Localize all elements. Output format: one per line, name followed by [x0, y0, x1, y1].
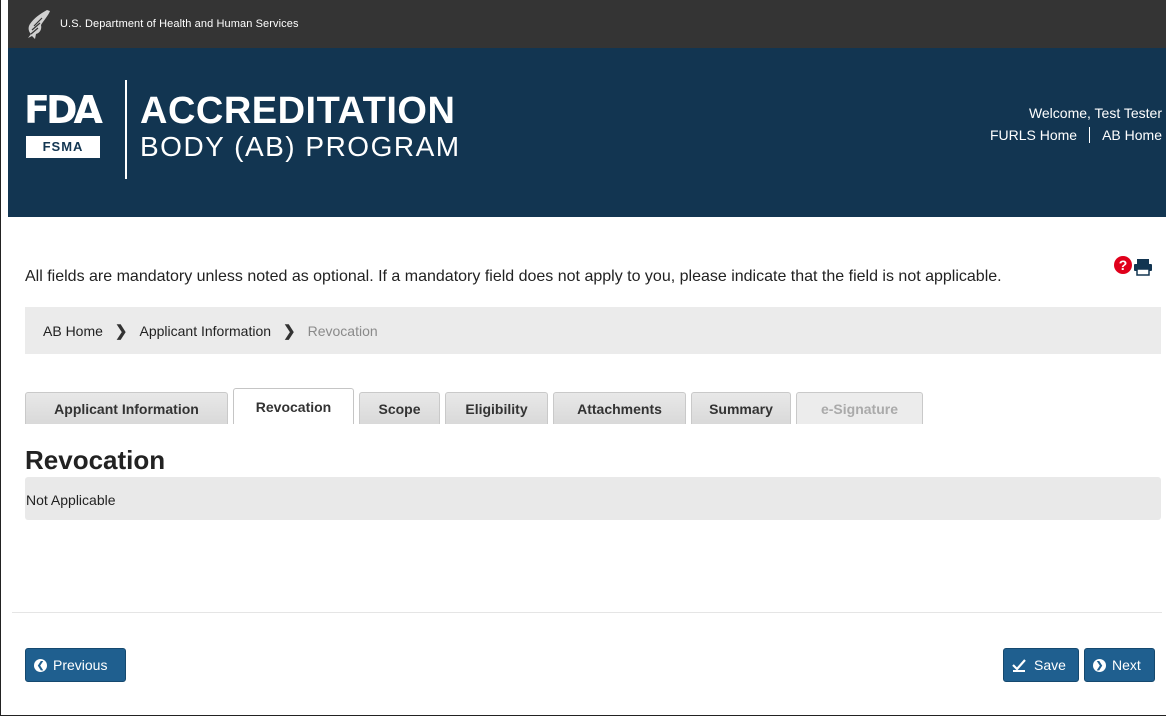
check-icon: [1012, 659, 1026, 672]
save-button-label: Save: [1034, 657, 1066, 673]
previous-button[interactable]: ❮ Previous: [25, 648, 126, 682]
previous-button-label: Previous: [53, 657, 108, 673]
next-button[interactable]: ❯ Next: [1084, 648, 1155, 682]
ab-home-link[interactable]: AB Home: [1102, 127, 1162, 143]
hhs-agency-name: U.S. Department of Health and Human Serv…: [60, 18, 299, 30]
header-nav: FURLS Home AB Home: [990, 127, 1162, 143]
furls-home-link[interactable]: FURLS Home: [990, 127, 1077, 143]
chevron-right-icon: ❯: [114, 322, 128, 340]
nav-separator: [1089, 127, 1091, 143]
form-instructions: All fields are mandatory unless noted as…: [25, 268, 1002, 285]
breadcrumb-applicant-information[interactable]: Applicant Information: [140, 323, 272, 339]
tab-scope[interactable]: Scope: [359, 392, 440, 424]
hhs-top-bar: U.S. Department of Health and Human Serv…: [8, 0, 1166, 48]
printer-icon[interactable]: [1132, 258, 1154, 276]
welcome-message: Welcome, Test Tester: [1028, 105, 1162, 121]
program-banner: FDA FSMA ACCREDITATION BODY (AB) PROGRAM…: [8, 48, 1166, 217]
tab-summary[interactable]: Summary: [691, 392, 791, 424]
fsma-badge: FSMA: [26, 136, 100, 158]
hhs-eagle-icon: [28, 10, 50, 39]
chevron-left-circle-icon: ❮: [34, 658, 47, 672]
breadcrumb-current: Revocation: [307, 322, 378, 339]
revocation-panel: Not Applicable: [25, 477, 1161, 520]
fda-logo: FDA FSMA: [24, 88, 104, 170]
revocation-value: Not Applicable: [26, 492, 116, 508]
chevron-right-icon: ❯: [283, 322, 296, 340]
tab-attachments[interactable]: Attachments: [553, 392, 686, 424]
tab-revocation[interactable]: Revocation: [233, 388, 354, 424]
program-title-line1: ACCREDITATION: [140, 90, 456, 132]
banner-divider: [125, 80, 127, 179]
section-title: Revocation: [25, 445, 166, 475]
breadcrumb: AB Home ❯ Applicant Information ❯ Revoca…: [25, 307, 1161, 354]
question-circle-icon[interactable]: ?: [1114, 256, 1132, 274]
chevron-right-circle-icon: ❯: [1093, 658, 1106, 672]
footer-divider: [12, 612, 1162, 613]
tab-e-signature: e-Signature: [796, 392, 923, 424]
fda-logo-letters: FDA: [24, 88, 103, 132]
save-button[interactable]: Save: [1003, 648, 1079, 682]
form-tabs: Applicant Information Revocation Scope E…: [25, 388, 928, 424]
tab-applicant-information[interactable]: Applicant Information: [25, 392, 228, 424]
tab-eligibility[interactable]: Eligibility: [445, 392, 548, 424]
program-title-line2: BODY (AB) PROGRAM: [140, 131, 461, 162]
breadcrumb-ab-home[interactable]: AB Home: [43, 323, 103, 339]
next-button-label: Next: [1112, 657, 1141, 673]
